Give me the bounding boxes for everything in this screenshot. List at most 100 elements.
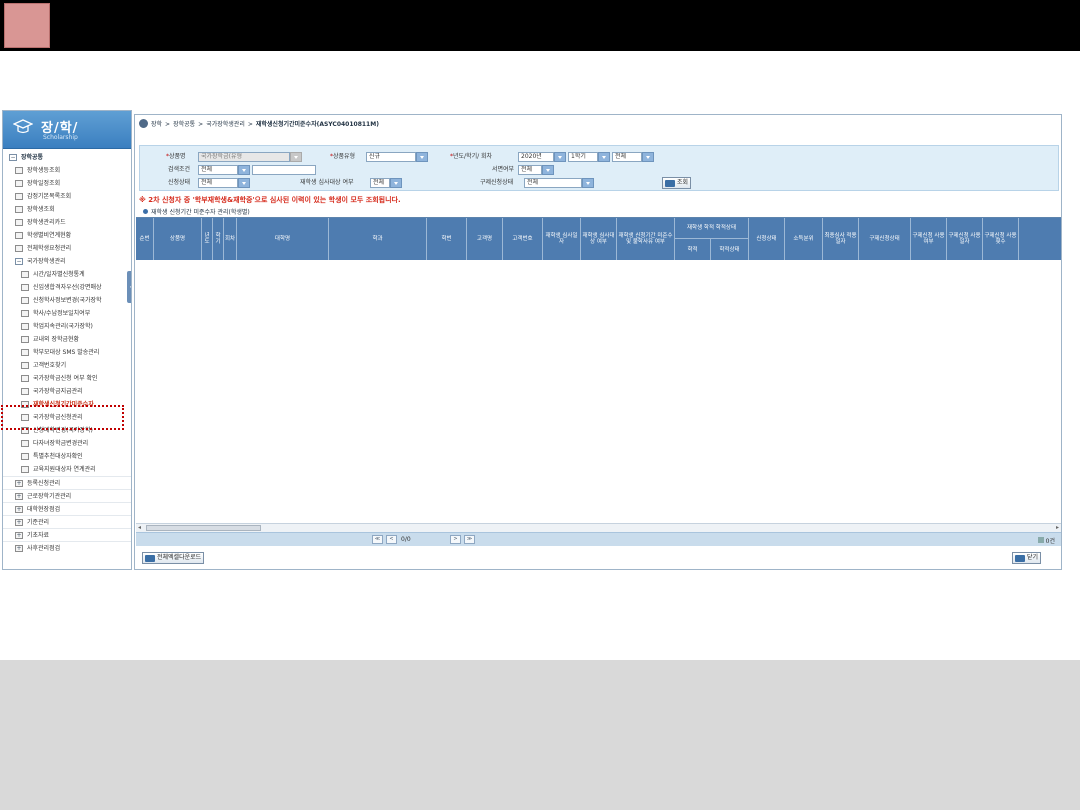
scroll-thumb[interactable]: [146, 525, 261, 531]
sidebar-item[interactable]: 특별추천대상자확인: [3, 450, 131, 463]
column-header[interactable]: 최종심사 적용일자: [823, 218, 859, 260]
column-header[interactable]: 학기: [213, 218, 224, 260]
sidebar-item[interactable]: 학사/수납정보일치여부: [3, 307, 131, 320]
column-header[interactable]: 재학생 심사일자: [543, 218, 581, 260]
sidebar-item[interactable]: + 기준관리: [3, 515, 131, 528]
status-dropdown[interactable]: [238, 178, 250, 188]
sidebar-item-label: 장학생관리카드: [27, 219, 66, 226]
status-select[interactable]: 전체: [198, 178, 238, 188]
column-header[interactable]: 학적: [675, 239, 711, 260]
collapse-sidebar-button[interactable]: ‹: [127, 271, 131, 303]
page-icon: [21, 336, 29, 343]
sidebar-item[interactable]: 전체학생요청관리: [3, 242, 131, 255]
year-dropdown[interactable]: [554, 152, 566, 162]
sidebar-item[interactable]: 학업지속관리(국가장학): [3, 320, 131, 333]
column-header[interactable]: 학번: [427, 218, 467, 260]
sidebar-item[interactable]: 신입생합격자우선(강면매상: [3, 281, 131, 294]
sidebar-item-label: 특별추천대상자확인: [33, 453, 83, 460]
detail-status-select[interactable]: 전체: [524, 178, 582, 188]
logo-subtitle: Scholarship: [43, 134, 78, 141]
review-select[interactable]: 전체: [370, 178, 390, 188]
sidebar-item[interactable]: 장학일정조회: [3, 177, 131, 190]
sidebar-item[interactable]: 다자녀장학금변경관리: [3, 437, 131, 450]
sidebar-item[interactable]: 국가장학금지급관리: [3, 385, 131, 398]
column-header[interactable]: 상품명: [154, 218, 202, 260]
condition-select[interactable]: 전체: [198, 165, 238, 175]
term-select[interactable]: 1학기: [568, 152, 598, 162]
column-header[interactable]: 년도: [202, 218, 213, 260]
sidebar-item[interactable]: 감정기본목록조회: [3, 190, 131, 203]
consent-select[interactable]: 전체: [518, 165, 542, 175]
round-select[interactable]: 전체: [612, 152, 642, 162]
top-bar: [0, 0, 1080, 51]
plus-box-icon: +: [15, 519, 23, 526]
sidebar-item[interactable]: 교육지원대상자 연계관리: [3, 463, 131, 476]
term-dropdown[interactable]: [598, 152, 610, 162]
sidebar-item[interactable]: 교내외 장학금현황: [3, 333, 131, 346]
column-header[interactable]: 학적상태: [711, 239, 749, 260]
column-header[interactable]: 구제신청상태: [859, 218, 911, 260]
sidebar-item-label: 전체학생요청관리: [27, 245, 72, 252]
sidebar-item[interactable]: 시간/일자별신청통계: [3, 268, 131, 281]
grid-body[interactable]: [136, 260, 1061, 523]
sidebar-item[interactable]: 학부모대상 SMS 발송관리: [3, 346, 131, 359]
round-dropdown[interactable]: [642, 152, 654, 162]
condition-input[interactable]: [252, 165, 316, 175]
prev-page-button[interactable]: <: [386, 535, 397, 544]
review-dropdown[interactable]: [390, 178, 402, 188]
first-page-button[interactable]: ≪: [372, 535, 383, 544]
page-icon: [15, 232, 23, 239]
next-page-button[interactable]: >: [450, 535, 461, 544]
column-header[interactable]: 대학명: [237, 218, 329, 260]
breadcrumb-item[interactable]: 국가장학생관리: [206, 121, 245, 128]
product-select[interactable]: 국가장학금(유형: [198, 152, 290, 162]
column-header[interactable]: 순번: [136, 218, 154, 260]
sidebar-item[interactable]: 신청학사정보변경(국가장학: [3, 294, 131, 307]
last-page-button[interactable]: ≫: [464, 535, 475, 544]
column-header[interactable]: 회차: [224, 218, 237, 260]
sidebar-item[interactable]: 고객번호찾기: [3, 359, 131, 372]
product-type-select[interactable]: 신규: [366, 152, 416, 162]
column-header[interactable]: 재학생 신청기간 미준수 및 불학사유 여부: [617, 218, 675, 260]
column-header[interactable]: 학과: [329, 218, 427, 260]
detail-status-dropdown[interactable]: [582, 178, 594, 188]
sidebar-item[interactable]: + 기초자료: [3, 528, 131, 541]
sidebar-item[interactable]: + 사후관리점검: [3, 541, 131, 554]
column-header[interactable]: 고객명: [467, 218, 503, 260]
column-header[interactable]: 구제신청 사용일자: [947, 218, 983, 260]
column-header[interactable]: 소득분위: [785, 218, 823, 260]
sidebar-item-label: 다자녀장학금변경관리: [33, 440, 89, 447]
condition-dropdown[interactable]: [238, 165, 250, 175]
sidebar-item[interactable]: 장학생등조회: [3, 164, 131, 177]
consent-dropdown[interactable]: [542, 165, 554, 175]
sidebar-item[interactable]: − 국가장학생관리: [3, 255, 131, 268]
year-select[interactable]: 2020년: [518, 152, 554, 162]
sidebar-item[interactable]: + 등록신청관리: [3, 476, 131, 489]
column-header[interactable]: 재학생 심사대상 여부: [581, 218, 617, 260]
column-header[interactable]: 구제신청 사용여부: [911, 218, 947, 260]
product-dropdown[interactable]: [290, 152, 302, 162]
product-type-dropdown[interactable]: [416, 152, 428, 162]
sidebar-item[interactable]: 장학생조회: [3, 203, 131, 216]
sidebar-item[interactable]: 학생별비연계현황: [3, 229, 131, 242]
page-icon: [15, 219, 23, 226]
horizontal-scrollbar[interactable]: ◂ ▸: [136, 523, 1061, 532]
scroll-right-icon[interactable]: ▸: [1056, 524, 1059, 532]
column-header[interactable]: 고객번호: [503, 218, 543, 260]
breadcrumb-item[interactable]: 장학: [151, 121, 162, 128]
close-button[interactable]: 닫기: [1012, 552, 1042, 564]
sidebar-item-label: 장학공통: [21, 154, 44, 161]
sidebar-item[interactable]: 국가장학금신청 여부 확인: [3, 372, 131, 385]
sidebar-item[interactable]: + 대학현장점검: [3, 502, 131, 515]
page-icon: [21, 310, 29, 317]
sidebar-item[interactable]: − 장학공통: [3, 151, 131, 164]
excel-download-button[interactable]: 전체엑셀다운로드: [142, 552, 205, 564]
column-header[interactable]: 구제신청 사용횟수: [983, 218, 1019, 260]
page-icon: [21, 349, 29, 356]
search-button[interactable]: 조회: [662, 177, 692, 189]
sidebar-item[interactable]: 장학생관리카드: [3, 216, 131, 229]
sidebar-item[interactable]: + 근로장학기관관리: [3, 489, 131, 502]
column-header[interactable]: 신청상태: [749, 218, 785, 260]
scroll-left-icon[interactable]: ◂: [138, 524, 141, 532]
breadcrumb-item[interactable]: 장학공통: [173, 121, 195, 128]
